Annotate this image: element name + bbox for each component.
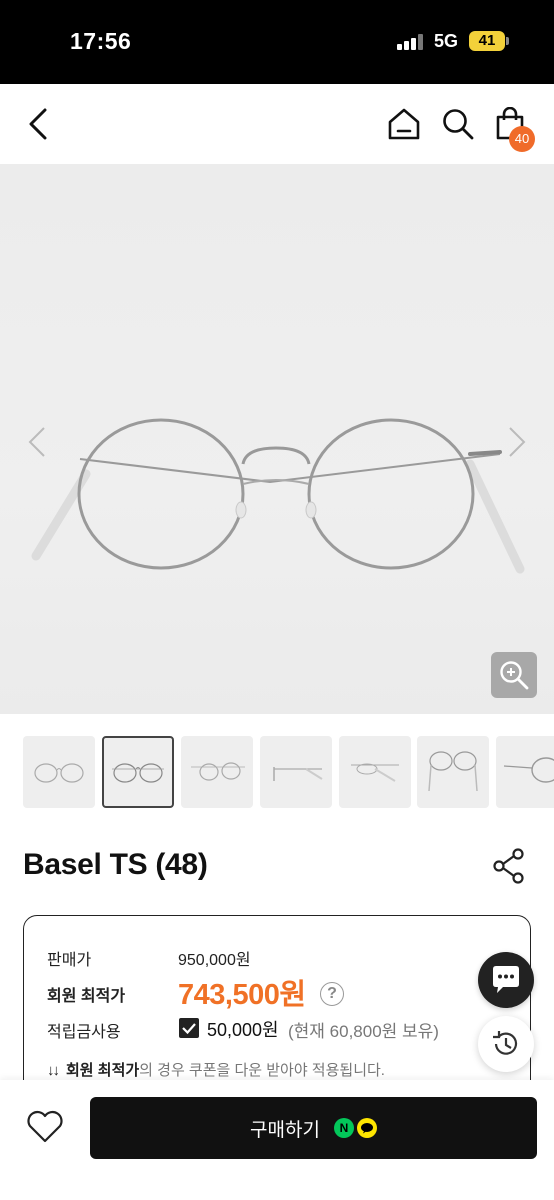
status-time: 17:56 bbox=[70, 28, 132, 54]
member-price-label: 회원 최적가 bbox=[47, 988, 126, 1005]
share-icon bbox=[493, 848, 524, 884]
share-button[interactable] bbox=[492, 848, 526, 884]
signal-icon bbox=[397, 34, 425, 50]
status-bar: 17:56 5G 41 bbox=[0, 0, 554, 84]
product-title: Basel TS (48) bbox=[23, 848, 208, 881]
member-price-value: 743,500원 bbox=[178, 979, 306, 1011]
coupon-notice: ↓↓ 회원 최적가의 경우 쿠폰을 다운 받아야 적용됩니다. bbox=[47, 1059, 385, 1080]
checkmark-icon bbox=[182, 1023, 196, 1035]
battery-icon: 41 bbox=[469, 31, 505, 51]
glasses-thumbnail bbox=[34, 763, 84, 783]
glasses-image bbox=[31, 418, 525, 574]
thumbnail-strip bbox=[0, 736, 554, 810]
search-button[interactable] bbox=[438, 104, 478, 144]
zoom-in-icon bbox=[500, 661, 529, 690]
glasses-thumbnail bbox=[503, 757, 554, 783]
thumbnail-1[interactable] bbox=[23, 736, 95, 808]
help-icon[interactable]: ? bbox=[320, 982, 344, 1006]
naver-pay-icon: N bbox=[333, 1118, 354, 1138]
network-label: 5G bbox=[434, 31, 459, 51]
buy-button[interactable]: 구매하기 N bbox=[90, 1097, 537, 1159]
cart-count-badge: 40 bbox=[509, 126, 535, 152]
glasses-thumbnail bbox=[428, 751, 478, 792]
double-down-arrow-icon: ↓↓ bbox=[47, 1062, 60, 1079]
sale-price-value: 950,000원 bbox=[178, 952, 251, 969]
chevron-left-icon bbox=[28, 427, 45, 457]
glasses-thumbnail bbox=[112, 763, 164, 783]
back-button[interactable] bbox=[18, 104, 58, 144]
chat-button[interactable] bbox=[478, 952, 534, 1008]
kakao-pay-icon bbox=[356, 1118, 377, 1138]
thumbnail-7[interactable] bbox=[496, 736, 554, 808]
buy-label: 구매하기 bbox=[250, 1119, 320, 1141]
thumbnail-6[interactable] bbox=[417, 736, 489, 808]
chat-bubble-icon bbox=[493, 966, 519, 993]
prev-image-button[interactable] bbox=[22, 422, 52, 462]
points-balance-note: (현재 60,800원 보유) bbox=[288, 1022, 439, 1041]
recent-history-button[interactable] bbox=[478, 1016, 534, 1072]
notice-text: 의 경우 쿠폰을 다운 받아야 적용됩니다. bbox=[139, 1062, 385, 1079]
thumbnail-3[interactable] bbox=[181, 736, 253, 808]
pay-icons: N bbox=[333, 1118, 377, 1138]
glasses-thumbnail bbox=[191, 762, 245, 781]
glasses-thumbnail bbox=[351, 763, 399, 782]
search-icon bbox=[443, 109, 474, 140]
battery-nub bbox=[506, 37, 509, 45]
thumbnail-2[interactable] bbox=[102, 736, 174, 808]
wishlist-button[interactable] bbox=[24, 1108, 66, 1146]
points-label: 적립금사용 bbox=[47, 1024, 121, 1041]
next-image-button[interactable] bbox=[502, 422, 532, 462]
bottom-action-bar: 구매하기 N bbox=[0, 1080, 554, 1200]
top-nav bbox=[0, 84, 554, 164]
back-icon bbox=[29, 108, 47, 140]
points-value: 50,000원 bbox=[207, 1020, 279, 1040]
zoom-button[interactable] bbox=[491, 652, 537, 698]
glasses-thumbnail bbox=[273, 767, 323, 781]
sale-price-label: 판매가 bbox=[47, 952, 92, 969]
home-button[interactable] bbox=[384, 104, 424, 144]
heart-icon bbox=[27, 1110, 63, 1143]
history-icon bbox=[493, 1031, 518, 1055]
notice-bold: 회원 최적가 bbox=[66, 1062, 140, 1079]
points-checkbox[interactable] bbox=[179, 1018, 199, 1038]
product-image-viewer[interactable] bbox=[0, 164, 554, 714]
chevron-right-icon bbox=[509, 427, 526, 457]
thumbnail-4[interactable] bbox=[260, 736, 332, 808]
home-icon bbox=[388, 108, 420, 140]
thumbnail-5[interactable] bbox=[339, 736, 411, 808]
